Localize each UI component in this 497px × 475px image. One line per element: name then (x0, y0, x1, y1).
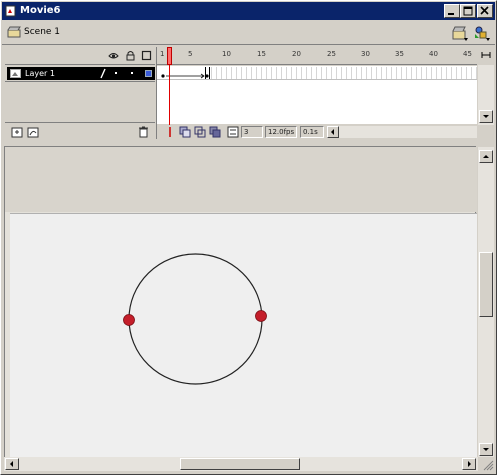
current-frame-field: 3 (241, 126, 263, 138)
stage-scroll-right-button[interactable] (462, 458, 476, 470)
add-guide-layer-icon[interactable] (27, 125, 40, 138)
layer-icon (10, 69, 21, 78)
stage-hscroll-thumb[interactable] (180, 458, 300, 470)
stage-scroll-down-button[interactable] (479, 443, 493, 456)
close-button[interactable] (477, 4, 493, 18)
onion-skin-icon[interactable] (179, 126, 191, 138)
timeline-hscroll[interactable] (327, 126, 477, 138)
stage-hscroll[interactable] (4, 457, 478, 471)
scene-bar: Scene 1 (2, 21, 495, 45)
arrow-down-icon (483, 448, 489, 451)
stage-area[interactable] (4, 146, 477, 460)
timeline-menu-button[interactable] (478, 47, 494, 65)
flash-document-icon (5, 5, 16, 17)
layer-frames-row[interactable] (157, 67, 477, 80)
stage-vscroll-thumb[interactable] (479, 252, 493, 317)
ruler-tick: 45 (463, 50, 472, 58)
ruler-tick: 5 (188, 50, 193, 58)
title-bar[interactable]: Movie6 (2, 2, 495, 20)
arrow-left-icon (331, 129, 334, 135)
work-area (5, 147, 477, 212)
timeline-status-bar: 3 12.0fps 0.1s (157, 125, 477, 139)
red-dot-right[interactable] (255, 310, 267, 322)
resize-grip[interactable] (478, 457, 494, 471)
scene-label: Scene 1 (24, 27, 61, 37)
ruler-tick: 20 (292, 50, 301, 58)
arrow-left-icon (10, 461, 13, 467)
stage-canvas[interactable] (10, 213, 477, 460)
stage-scroll-left-button[interactable] (5, 458, 19, 470)
trash-icon[interactable] (137, 125, 150, 138)
stage-scroll-up-button[interactable] (479, 150, 493, 163)
elapsed-time-field: 0.1s (300, 126, 324, 138)
minimize-icon (448, 13, 454, 15)
modify-onion-markers-icon[interactable] (227, 126, 239, 138)
timeline-panel: Layer 1 1 5 10 15 20 25 30 35 40 45 3 12… (5, 47, 494, 139)
close-icon (480, 6, 489, 15)
resize-grip-icon (483, 460, 494, 471)
insert-layer-icon[interactable] (11, 125, 24, 138)
outline-color-swatch[interactable] (145, 70, 152, 77)
lock-dot[interactable] (131, 72, 133, 74)
arrow-up-icon (483, 155, 489, 158)
lock-icon[interactable] (125, 50, 136, 61)
clapper-icon (7, 26, 21, 38)
edit-symbol-button[interactable] (472, 24, 492, 42)
center-frame-icon[interactable] (165, 126, 175, 138)
visibility-dot[interactable] (115, 72, 117, 74)
layer-header (5, 47, 155, 65)
layers-empty-area (5, 81, 155, 123)
pencil-icon (100, 68, 106, 79)
frames-grid[interactable] (157, 66, 477, 124)
edit-scene-button[interactable] (450, 24, 470, 42)
stage-vscroll[interactable] (478, 147, 494, 459)
timeline-scroll-down-button[interactable] (479, 110, 493, 123)
edit-multiple-frames-icon[interactable] (209, 126, 221, 138)
layer-name: Layer 1 (25, 69, 55, 78)
minimize-button[interactable] (444, 4, 460, 18)
playhead-line (169, 65, 170, 125)
frames-pane: 1 5 10 15 20 25 30 35 40 45 3 12.0fps 0.… (156, 47, 494, 139)
timeline-scroll-left-button[interactable] (327, 126, 339, 138)
eye-icon[interactable] (108, 50, 119, 61)
layers-pane: Layer 1 (5, 47, 155, 139)
maximize-icon (463, 6, 473, 16)
movie-window: Movie6 Scene 1 Layer 1 1 5 10 15 20 25 3… (0, 0, 497, 475)
edit-scene-icon (452, 26, 468, 41)
ruler-tick: 10 (222, 50, 231, 58)
arrow-right-icon (468, 461, 471, 467)
frame-view-menu-icon (481, 52, 491, 58)
ruler-tick: 40 (429, 50, 438, 58)
motion-tween-span[interactable] (157, 67, 217, 80)
ruler-tick: 15 (257, 50, 266, 58)
ruler-tick: 25 (327, 50, 336, 58)
red-dot-left[interactable] (123, 314, 135, 326)
stage-drawing (123, 253, 267, 385)
ruler-tick: 30 (361, 50, 370, 58)
edit-symbol-icon (475, 26, 490, 41)
layer-footer (5, 124, 155, 139)
onion-skin-outlines-icon[interactable] (194, 126, 206, 138)
ruler-tick: 35 (395, 50, 404, 58)
outline-icon[interactable] (141, 50, 152, 61)
frame-rate-field: 12.0fps (265, 126, 297, 138)
frame-ruler[interactable]: 1 5 10 15 20 25 30 35 40 45 (157, 47, 477, 65)
circle-path[interactable] (128, 253, 263, 385)
maximize-button[interactable] (460, 4, 476, 18)
ruler-tick: 1 (160, 50, 165, 58)
window-title: Movie6 (20, 5, 61, 16)
arrow-down-icon (483, 115, 489, 118)
playhead[interactable] (167, 47, 172, 65)
layer-row[interactable]: Layer 1 (7, 67, 155, 80)
